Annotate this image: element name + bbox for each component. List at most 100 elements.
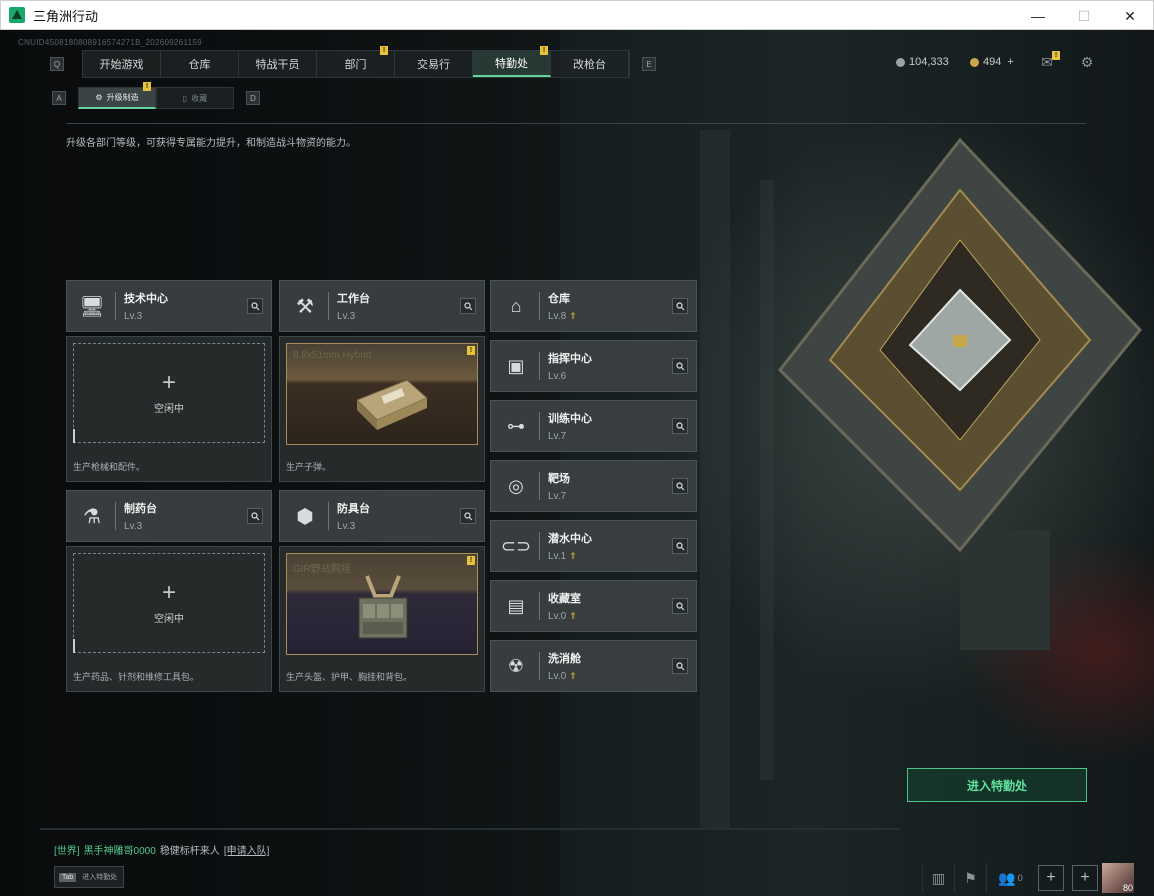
coin-icon xyxy=(896,57,905,67)
window-controls: — ☐ ✕ xyxy=(1015,1,1153,31)
facility-diving-center[interactable]: ⊂⊃ 潜水中心 Lv.1 ⇑ xyxy=(490,520,697,572)
workshop-workbench-header[interactable]: ⚒ 工作台 Lv.3 xyxy=(279,280,485,332)
facility-level-row: Lv.0 ⇑ xyxy=(548,671,581,682)
ammo-box-icon xyxy=(356,379,428,430)
top-nav-tabs: 开始游戏 仓库 特战干员 ! 部门 交易行 ! 特勤处 改枪台 xyxy=(82,46,630,78)
tab-hint[interactable]: Tab 进入特勤处 xyxy=(54,866,124,888)
chat-username[interactable]: 黑手神雕哥0000 xyxy=(84,842,156,857)
workshop-tech-center-header[interactable]: 🖥 技术中心 Lv.3 xyxy=(66,280,272,332)
nav-next-key[interactable]: E xyxy=(642,57,656,71)
divider xyxy=(328,502,329,530)
workshop-armor-header[interactable]: ⬢ 防具台 Lv.3 xyxy=(279,490,485,542)
tab-start-game[interactable]: 开始游戏 xyxy=(83,51,161,77)
divider xyxy=(115,292,116,320)
production-slot[interactable]: ! 8.8x51mm Hybrid xyxy=(286,343,478,445)
facility-name: 洗消舱 xyxy=(548,653,581,665)
divider xyxy=(539,352,540,380)
search-icon[interactable] xyxy=(672,298,688,314)
facility-training-center[interactable]: ⊶ 训练中心 Lv.7 xyxy=(490,400,697,452)
notification-badge: ! xyxy=(143,82,151,91)
avatar[interactable]: 80 xyxy=(1102,863,1134,893)
search-icon[interactable] xyxy=(247,298,263,314)
search-icon[interactable] xyxy=(672,598,688,614)
divider xyxy=(539,532,540,560)
add-tickets-button[interactable]: + xyxy=(1007,56,1013,68)
build-id: CNUID4508180808916574271B_202609261159 xyxy=(18,38,202,47)
tab-departments[interactable]: ! 部门 xyxy=(317,46,395,77)
ticket-balance[interactable]: 494 + xyxy=(970,56,1014,68)
workshop-description: 生产药品、针剂和维修工具包。 xyxy=(73,672,200,682)
product-name: 8.8x51mm Hybrid xyxy=(293,350,372,361)
invite-slot-button[interactable]: + xyxy=(1038,865,1064,891)
tab-operators[interactable]: 特战干员 xyxy=(239,51,317,77)
search-icon[interactable] xyxy=(672,358,688,374)
subtab-label: 升级制造 xyxy=(106,93,139,102)
facility-decontamination[interactable]: ☢ 洗消舱 Lv.0 ⇑ xyxy=(490,640,697,692)
facility-command-center[interactable]: ▣ 指挥中心 Lv.6 xyxy=(490,340,697,392)
flag-icon[interactable]: ⚑ xyxy=(954,863,986,893)
search-icon[interactable] xyxy=(460,298,476,314)
tab-trade[interactable]: 交易行 xyxy=(395,51,473,77)
search-icon[interactable] xyxy=(672,538,688,554)
production-slot[interactable]: ! GIR野战胸挂 xyxy=(286,553,478,655)
notification-badge: ! xyxy=(467,346,475,355)
tab-special-ops[interactable]: ! 特勤处 xyxy=(473,46,551,77)
maximize-button[interactable]: ☐ xyxy=(1061,1,1107,31)
facility-shooting-range[interactable]: ◎ 靶场 Lv.7 xyxy=(490,460,697,512)
gear-icon[interactable]: ⚙ xyxy=(1078,54,1096,70)
search-icon[interactable] xyxy=(247,508,263,524)
search-icon[interactable] xyxy=(672,418,688,434)
game-viewport: CNUID4508180808916574271B_202609261159 Q… xyxy=(0,30,1154,896)
idle-slot[interactable]: + 空闲中 xyxy=(73,343,265,443)
close-button[interactable]: ✕ xyxy=(1107,1,1153,31)
subnav-next-key[interactable]: D xyxy=(246,91,260,105)
enter-special-ops-button[interactable]: 进入特勤处 xyxy=(907,768,1087,802)
bottom-divider xyxy=(40,828,900,830)
friends-icon: 👥 xyxy=(998,869,1016,886)
top-nav: Q 开始游戏 仓库 特战干员 ! 部门 交易行 ! 特勤处 改枪台 E xyxy=(50,46,656,78)
upgrade-arrow-icon: ⇑ xyxy=(569,311,577,321)
search-icon[interactable] xyxy=(460,508,476,524)
workshop-tech-center-body: + 空闲中 生产枪械和配件。 xyxy=(66,336,272,482)
minimize-button[interactable]: — xyxy=(1015,1,1061,31)
facility-level: Lv.1 xyxy=(548,551,567,562)
stats-icon[interactable]: ▥ xyxy=(922,863,954,893)
search-icon[interactable] xyxy=(672,658,688,674)
friends-button[interactable]: 👥 0 xyxy=(986,863,1034,893)
idle-slot[interactable]: + 空闲中 xyxy=(73,553,265,653)
facility-warehouse[interactable]: ⌂ 仓库 Lv.8 ⇑ xyxy=(490,280,697,332)
facility-name: 仓库 xyxy=(548,293,570,305)
coin-balance: 104,333 xyxy=(896,56,949,68)
nav-prev-key[interactable]: Q xyxy=(50,57,64,71)
search-icon[interactable] xyxy=(672,478,688,494)
divider xyxy=(328,292,329,320)
sub-nav: A ! ⚙ 升级制造 ▯ 收藏 D xyxy=(52,82,260,109)
chat-channel[interactable]: [世界] xyxy=(54,842,80,857)
craft-icon: ⚙ xyxy=(95,93,103,102)
background-pillar xyxy=(700,130,730,830)
facility-name: 收藏室 xyxy=(548,593,581,605)
workshop-description: 生产子弹。 xyxy=(286,462,332,472)
tab-label: 部门 xyxy=(344,59,367,71)
chip-icon: ▣ xyxy=(507,355,525,376)
facility-collection-room[interactable]: ▤ 收藏室 Lv.0 ⇑ xyxy=(490,580,697,632)
page-description: 升级各部门等级，可获得专属能力提升，和制造战斗物资的能力。 xyxy=(66,138,356,149)
add-icon: + xyxy=(161,578,176,606)
facility-level: Lv.8 xyxy=(548,311,567,322)
divider xyxy=(539,292,540,320)
facility-level: Lv.7 xyxy=(548,431,567,442)
tab-gunsmith[interactable]: 改枪台 xyxy=(551,51,629,77)
workshop-level: Lv.3 xyxy=(337,521,356,532)
workshop-pharmacy-header[interactable]: ⚗ 制药台 Lv.3 xyxy=(66,490,272,542)
coin-amount: 104,333 xyxy=(909,56,949,68)
subtab-collection[interactable]: ▯ 收藏 xyxy=(156,87,234,109)
window-title: 三角洲行动 xyxy=(33,8,99,24)
subtab-upgrade-craft[interactable]: ! ⚙ 升级制造 xyxy=(78,82,156,109)
join-team-link[interactable]: [申请入队] xyxy=(224,842,270,857)
invite-slot-button[interactable]: + xyxy=(1072,865,1098,891)
tab-warehouse[interactable]: 仓库 xyxy=(161,51,239,77)
facility-level-row: Lv.8 ⇑ xyxy=(548,311,577,322)
subnav-prev-key[interactable]: A xyxy=(52,91,66,105)
product-name: GIR野战胸挂 xyxy=(293,564,351,575)
mail-icon[interactable]: ✉! xyxy=(1038,51,1060,70)
